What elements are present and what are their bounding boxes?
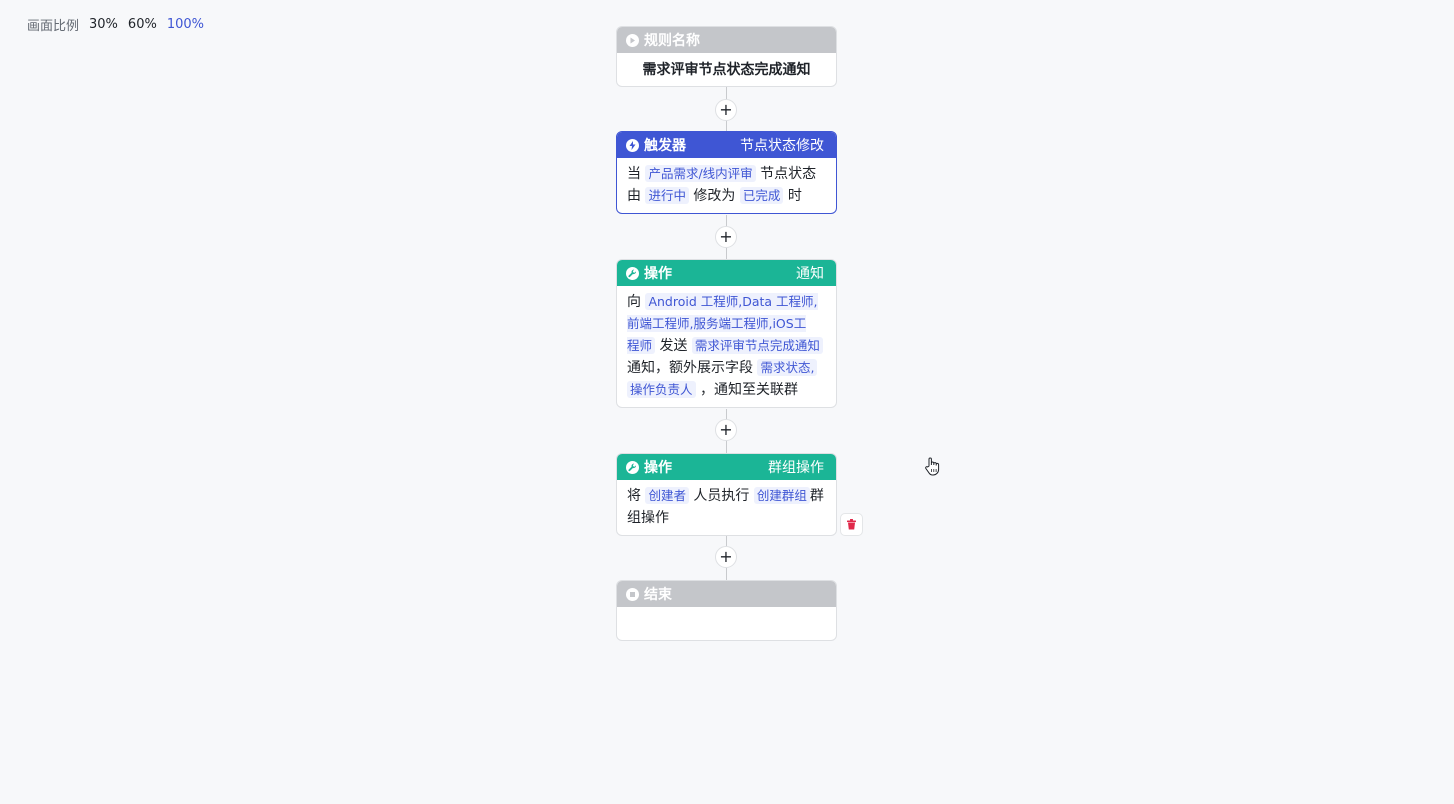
trigger-node-title: 触发器 bbox=[644, 138, 686, 154]
action-node-header: 操作 通知 bbox=[617, 260, 836, 286]
fields-tag-1: 需求状态, bbox=[757, 359, 818, 376]
scale-label: 画面比例 bbox=[27, 19, 80, 34]
text: 发送 bbox=[659, 338, 688, 354]
text: 向 bbox=[627, 294, 641, 310]
connector-line bbox=[726, 248, 727, 259]
scale-option-100[interactable]: 100% bbox=[167, 17, 204, 32]
trigger-node[interactable]: 触发器 节点状态修改 当 产品需求/线内评审 节点状态 由 进行中 修改为 已完… bbox=[616, 131, 837, 214]
connector-line bbox=[726, 121, 727, 131]
trash-icon bbox=[847, 519, 856, 530]
from-status-tag: 进行中 bbox=[645, 187, 689, 204]
text: 修改为 bbox=[693, 188, 736, 204]
scale-option-30[interactable]: 30% bbox=[89, 17, 118, 32]
text: 群 bbox=[809, 488, 824, 504]
hand-pointer-icon bbox=[924, 457, 942, 481]
end-node-header: 结束 bbox=[617, 581, 836, 607]
end-node-title: 结束 bbox=[644, 587, 672, 603]
recipients-line-1: Android 工程师,Data 工程师, bbox=[648, 294, 818, 309]
wrench-icon bbox=[626, 460, 639, 474]
recipients-line-2: 前端工程师,服务端工程师,iOS工 bbox=[627, 316, 807, 331]
connector-line bbox=[726, 568, 727, 580]
to-status-tag: 已完成 bbox=[739, 187, 784, 204]
scale-option-60[interactable]: 60% bbox=[128, 17, 157, 32]
action-node-title: 操作 bbox=[644, 460, 672, 476]
action-type: 通知 bbox=[796, 266, 824, 282]
action-type: 群组操作 bbox=[768, 460, 824, 476]
rule-flow-canvas: 画面比例 30% 60% 100% 规则名称 需求评审节点状态完成通知 + 触发… bbox=[0, 0, 1454, 804]
text: 由 bbox=[627, 188, 641, 204]
recipients-line-3: 程师 bbox=[627, 338, 653, 353]
add-step-button-3[interactable]: + bbox=[715, 419, 737, 441]
trigger-description: 当 产品需求/线内评审 节点状态 由 进行中 修改为 已完成 时 bbox=[617, 158, 836, 213]
trigger-node-header: 触发器 节点状态修改 bbox=[617, 132, 836, 158]
text: 当 bbox=[627, 166, 641, 182]
action-node-title: 操作 bbox=[644, 266, 672, 282]
text: 将 bbox=[627, 488, 641, 504]
target-users-tag: 创建者 bbox=[645, 487, 689, 504]
end-node[interactable]: 结束 bbox=[616, 580, 837, 641]
rule-name-text: 需求评审节点状态完成通知 bbox=[642, 62, 811, 78]
action-description: 将 创建者 人员执行 创建群组群 组操作 bbox=[617, 480, 836, 535]
text: 时 bbox=[787, 188, 802, 204]
trigger-type: 节点状态修改 bbox=[740, 138, 824, 154]
add-step-button-2[interactable]: + bbox=[715, 226, 737, 248]
text: 通知，额外展示字段 bbox=[627, 360, 753, 376]
action-node-header: 操作 群组操作 bbox=[617, 454, 836, 480]
fields-tag-2: 操作负责人 bbox=[627, 381, 696, 398]
action-description: 向 Android 工程师,Data 工程师, 前端工程师,服务端工程师,iOS工… bbox=[617, 286, 836, 407]
add-step-button-1[interactable]: + bbox=[715, 99, 737, 121]
start-node-title: 规则名称 bbox=[644, 33, 700, 49]
connector-line bbox=[726, 87, 727, 99]
start-node[interactable]: 规则名称 需求评审节点状态完成通知 bbox=[616, 26, 837, 87]
text: 组操作 bbox=[627, 510, 669, 526]
text: 节点状态 bbox=[760, 166, 817, 182]
stop-icon bbox=[626, 587, 639, 601]
group-action-tag: 创建群组 bbox=[753, 487, 810, 504]
text: 人员执行 bbox=[693, 488, 750, 504]
action-node-notify[interactable]: 操作 通知 向 Android 工程师,Data 工程师, 前端工程师,服务端工程… bbox=[616, 259, 837, 408]
action-node-group[interactable]: 操作 群组操作 将 创建者 人员执行 创建群组群 组操作 bbox=[616, 453, 837, 536]
connector-line bbox=[726, 536, 727, 546]
add-step-button-4[interactable]: + bbox=[715, 546, 737, 568]
play-icon bbox=[626, 33, 639, 47]
delete-step-button[interactable] bbox=[840, 513, 863, 536]
trigger-node-tag: 产品需求/线内评审 bbox=[645, 165, 756, 182]
connector-line bbox=[726, 409, 727, 419]
scale-toolbar: 画面比例 30% 60% 100% bbox=[27, 15, 204, 34]
connector-line bbox=[726, 215, 727, 226]
text: ，通知至关联群 bbox=[699, 382, 798, 398]
start-node-header: 规则名称 bbox=[617, 27, 836, 53]
notification-template-tag: 需求评审节点完成通知 bbox=[691, 337, 823, 354]
connector-line bbox=[726, 441, 727, 453]
wrench-icon bbox=[626, 266, 639, 280]
bolt-icon bbox=[626, 138, 639, 152]
